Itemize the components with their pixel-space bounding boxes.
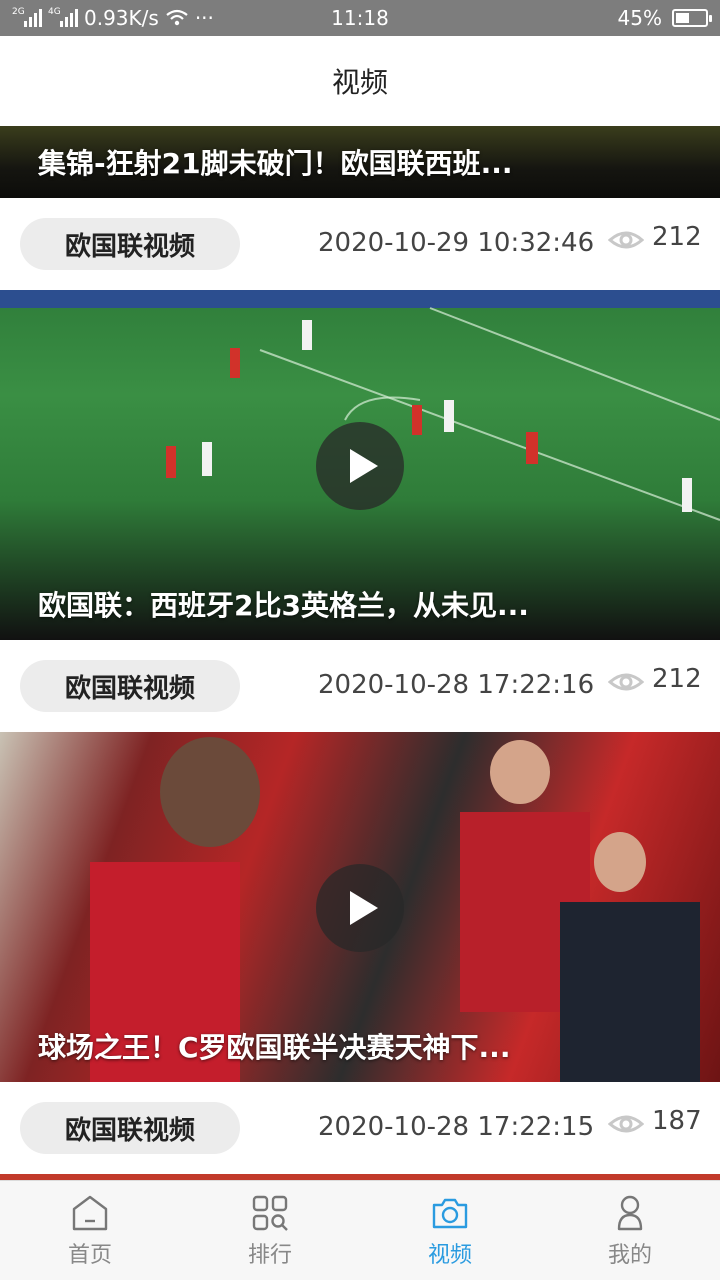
play-button[interactable]	[316, 422, 404, 510]
view-count: 212	[652, 664, 702, 694]
network-speed: 0.93K/s	[84, 6, 159, 30]
video-title: 球场之王！C罗欧国联半决赛天神下...	[38, 1031, 511, 1064]
camera-icon	[432, 1198, 468, 1229]
status-bar: 2G 4G 0.93K/s ··· 11:18 45%	[0, 0, 720, 36]
publish-date: 2020-10-28 17:22:16	[318, 670, 595, 700]
network-type-label: 2G	[12, 7, 25, 17]
video-thumbnail[interactable]: 球场之王！C罗欧国联半决赛天神下...	[0, 732, 720, 1082]
tab-label: 排行	[247, 1243, 292, 1268]
tab-label: 我的	[607, 1243, 652, 1268]
wifi-icon	[166, 9, 188, 26]
eye-icon	[608, 673, 644, 691]
status-right: 45%	[617, 6, 712, 30]
tab-label: 首页	[67, 1243, 112, 1268]
signal-icon-2: 4G	[48, 7, 78, 27]
video-meta: 欧国联视频 2020-10-28 17:22:16 212	[0, 640, 720, 732]
video-title: 集锦-狂射21脚未破门！欧国联西班...	[38, 147, 513, 180]
publish-date: 2020-10-28 17:22:15	[318, 1112, 595, 1142]
video-thumbnail[interactable]: 欧国联：西班牙2比3英格兰，从未见...	[0, 290, 720, 640]
tab-label: 视频	[427, 1243, 472, 1268]
page-header: 视频	[0, 36, 720, 126]
tab-home[interactable]: 首页	[0, 1181, 180, 1280]
eye-icon	[608, 1115, 644, 1133]
profile-icon	[617, 1195, 643, 1231]
network-type-label-2: 4G	[48, 7, 61, 17]
eye-icon	[608, 231, 644, 249]
tab-video[interactable]: 视频	[360, 1181, 540, 1280]
tab-ranking[interactable]: 排行	[180, 1181, 360, 1280]
video-feed[interactable]: 集锦-狂射21脚未破门！欧国联西班... 欧国联视频 2020-10-29 10…	[0, 126, 720, 1180]
home-icon	[72, 1195, 108, 1231]
signal-icon: 2G	[12, 7, 42, 27]
video-meta: 欧国联视频 2020-10-28 17:22:15 187	[0, 1082, 720, 1174]
publish-date: 2020-10-29 10:32:46	[318, 228, 595, 258]
video-meta: 欧国联视频 2020-10-29 10:32:46 212	[0, 198, 720, 290]
view-count: 212	[652, 222, 702, 252]
tab-profile[interactable]: 我的	[540, 1181, 720, 1280]
status-left: 2G 4G 0.93K/s ···	[12, 6, 214, 30]
page-title: 视频	[331, 66, 388, 99]
battery-icon	[672, 9, 712, 27]
video-thumbnail[interactable]: 集锦-狂射21脚未破门！欧国联西班...	[0, 126, 720, 198]
play-button[interactable]	[316, 864, 404, 952]
more-indicator: ···	[194, 6, 214, 30]
ranking-icon	[252, 1195, 288, 1231]
category-tag[interactable]: 欧国联视频	[20, 660, 240, 712]
battery-percent: 45%	[617, 6, 662, 30]
view-count: 187	[652, 1106, 702, 1136]
battery-fill	[676, 13, 689, 23]
bottom-tab-bar: 首页 排行 视频 我的	[0, 1180, 720, 1280]
category-tag[interactable]: 欧国联视频	[20, 1102, 240, 1154]
category-tag[interactable]: 欧国联视频	[20, 218, 240, 270]
video-title: 欧国联：西班牙2比3英格兰，从未见...	[38, 589, 529, 622]
